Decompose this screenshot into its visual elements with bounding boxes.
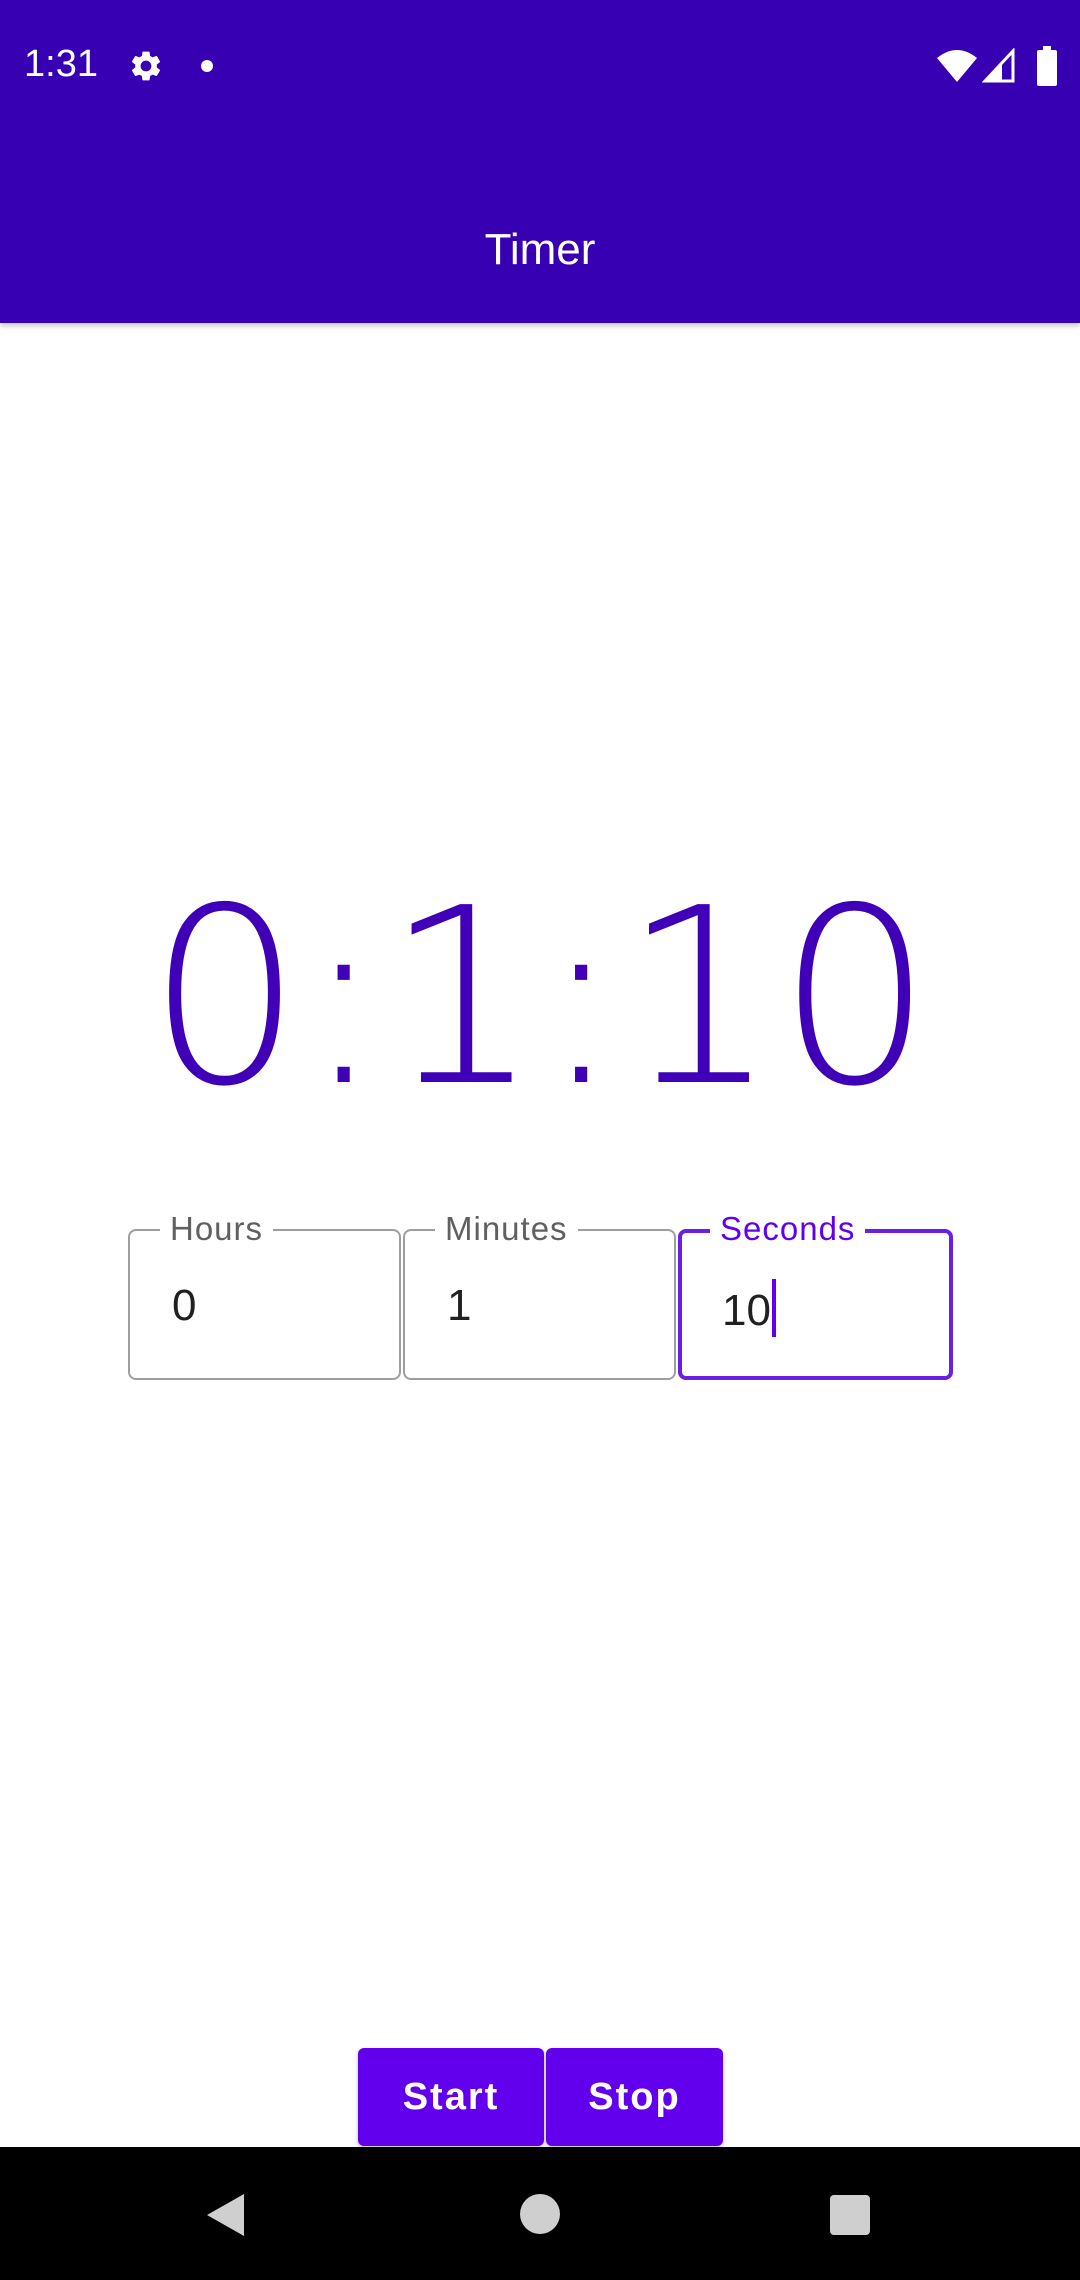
app-title: Timer <box>484 225 596 274</box>
minutes-value: 1 <box>447 1281 472 1330</box>
hours-value: 0 <box>172 1281 197 1330</box>
timer-screen: 1:31 Timer 0:1:10 Hours 0 Minutes 1 Seco… <box>0 0 1080 2280</box>
stop-button[interactable]: Stop <box>546 2048 723 2146</box>
hours-label: Hours <box>160 1209 274 1249</box>
text-cursor <box>771 1279 776 1337</box>
minutes-label: Minutes <box>435 1209 578 1249</box>
status-time: 1:31 <box>24 43 98 85</box>
minutes-field[interactable]: Minutes 1 <box>403 1209 676 1380</box>
hours-field[interactable]: Hours 0 <box>128 1209 401 1380</box>
seconds-label: Seconds <box>710 1209 866 1249</box>
back-icon[interactable] <box>204 2192 246 2238</box>
start-button[interactable]: Start <box>358 2048 544 2146</box>
battery-icon <box>1037 46 1057 86</box>
seconds-field[interactable]: Seconds 10 <box>678 1209 953 1380</box>
notification-dot-icon <box>201 60 213 72</box>
app-bar: 1:31 Timer <box>0 0 1080 323</box>
seconds-value-wrap: 10 <box>722 1279 776 1338</box>
gear-icon <box>131 51 161 81</box>
home-icon[interactable] <box>520 2194 560 2234</box>
cell-signal-icon <box>982 48 1015 83</box>
recents-icon[interactable] <box>830 2195 870 2235</box>
wifi-icon <box>937 50 977 82</box>
timer-display: 0:1:10 <box>147 856 933 1140</box>
seconds-value: 10 <box>722 1286 771 1335</box>
